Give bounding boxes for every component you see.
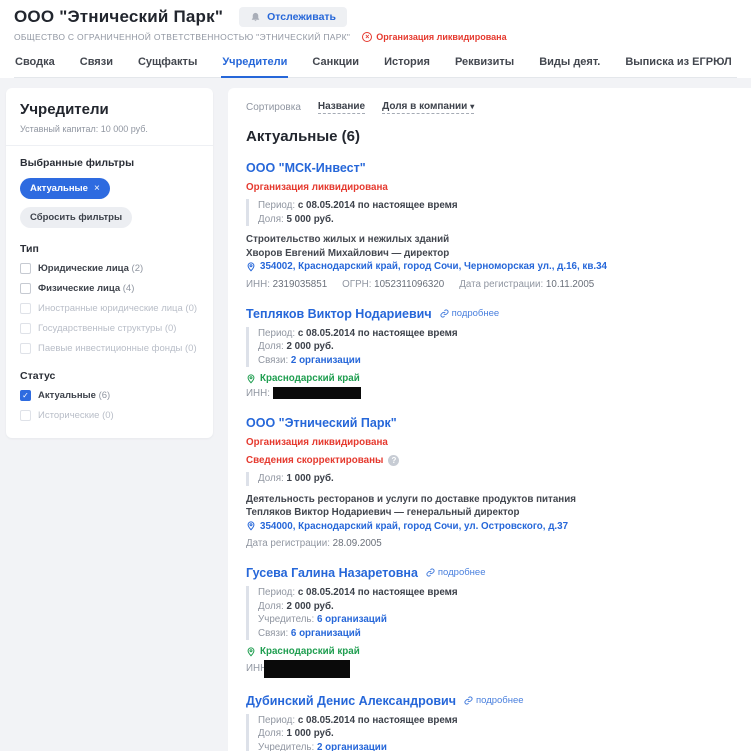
period-block: Период: с 08.05.2014 по настоящее время … (246, 199, 733, 226)
tab-vypiska-egryul[interactable]: Выписка из ЕГРЮЛ (624, 51, 732, 77)
follow-label: Отслеживать (267, 11, 336, 23)
tab-rekvizity[interactable]: Реквизиты (454, 51, 515, 77)
connections-link[interactable]: 6 организаций (291, 628, 361, 639)
filter-legal-entities[interactable]: Юридические лица (2) (20, 263, 199, 275)
page-title: ООО "Этнический Парк" (14, 7, 223, 27)
tab-bar: Сводка Связи Сущфакты Учредители Санкции… (14, 51, 737, 78)
more-details-link[interactable]: подробнее (426, 567, 486, 578)
type-group-title: Тип (20, 243, 199, 255)
checkbox-icon (20, 303, 31, 314)
period-block: Период: с 08.05.2014 по настоящее время … (246, 586, 733, 640)
sort-bar: Сортировка Название Доля в компании▾ (246, 101, 733, 114)
company-full-name: ОБЩЕСТВО С ОГРАНИЧЕННОЙ ОТВЕТСТВЕННОСТЬЮ… (14, 32, 350, 42)
tab-svyazi[interactable]: Связи (79, 51, 114, 77)
region-row: Краснодарский край (246, 372, 733, 386)
bell-icon (250, 12, 261, 23)
location-pin-icon (246, 374, 256, 384)
filter-state-structures: Государственные структуры (0) (20, 323, 199, 335)
link-icon (464, 696, 473, 705)
filter-actual[interactable]: ✓ Актуальные (6) (20, 390, 199, 402)
caret-down-icon: ▾ (470, 102, 474, 111)
founder-entry: Тепляков Виктор Нодариевич подробнее Пер… (246, 306, 733, 401)
connections-link[interactable]: 2 организации (291, 355, 361, 366)
tab-svodka[interactable]: Сводка (14, 51, 56, 77)
divider (6, 145, 213, 146)
founder-entry: Дубинский Денис Александрович подробнее … (246, 693, 733, 751)
registration-row: Дата регистрации: 28.09.2005 (246, 537, 733, 550)
address-link[interactable]: 354002, Краснодарский край, город Сочи, … (246, 260, 733, 274)
founder-name-link[interactable]: Гусева Галина Назаретовна (246, 565, 418, 581)
inn-row: ИНН: (246, 660, 733, 678)
info-icon[interactable]: ? (388, 455, 399, 466)
period-block: Доля: 1 000 руб. (246, 472, 733, 486)
founders-list-panel: Сортировка Название Доля в компании▾ Акт… (228, 88, 751, 751)
sort-by-share[interactable]: Доля в компании▾ (382, 101, 474, 114)
founder-entry: ООО "МСК-Инвест" Организация ликвидирова… (246, 160, 733, 291)
director-line: Тепляков Виктор Нодариевич — генеральный… (246, 506, 733, 520)
link-icon (440, 309, 449, 318)
activity-line: Строительство жилых и нежилых зданий (246, 233, 733, 247)
sort-by-name[interactable]: Название (318, 101, 365, 114)
checkbox-icon (20, 410, 31, 421)
active-filter-pill[interactable]: Актуальные× (20, 178, 110, 199)
director-line: Хворов Евгений Михайлович — директор (246, 247, 733, 261)
more-details-link[interactable]: подробнее (464, 695, 524, 706)
liquidated-icon: × (362, 32, 372, 42)
status-group-title: Статус (20, 370, 199, 382)
link-icon (426, 568, 435, 577)
liquidated-status: Организация ликвидирована (246, 181, 733, 194)
liquidated-status: Организация ликвидирована (246, 436, 733, 449)
selected-filters-title: Выбранные фильтры (20, 157, 199, 169)
redacted-inn-box (273, 387, 361, 399)
location-pin-icon (246, 647, 256, 657)
filters-sidebar: Учредители Уставный капитал: 10 000 руб.… (6, 88, 213, 438)
founder-entry: ООО "Этнический Парк" Организация ликвид… (246, 415, 733, 550)
sidebar-title: Учредители (20, 101, 199, 118)
capital-note: Уставный капитал: 10 000 руб. (20, 124, 199, 134)
reset-filters-button[interactable]: Сбросить фильтры (20, 207, 132, 228)
activity-line: Деятельность ресторанов и услуги по дост… (246, 493, 733, 507)
region-row: Краснодарский край (246, 645, 733, 659)
checkbox-icon (20, 343, 31, 354)
founder-of-link[interactable]: 6 организаций (317, 614, 387, 625)
tab-sankcii[interactable]: Санкции (311, 51, 360, 77)
registration-row: ИНН: 2319035851 ОГРН: 1052311096320 Дата… (246, 278, 733, 291)
founder-entry: Гусева Галина Назаретовна подробнее Пери… (246, 565, 733, 678)
period-block: Период: с 08.05.2014 по настоящее время … (246, 327, 733, 368)
app: ООО "Этнический Парк" Отслеживать ОБЩЕСТ… (0, 0, 751, 751)
filter-individuals[interactable]: Физические лица (4) (20, 283, 199, 295)
corrected-status: Сведения скорректированы ? (246, 454, 733, 467)
section-title: Актуальные (6) (246, 128, 733, 145)
checkbox-icon (20, 323, 31, 334)
filter-investment-funds: Паевые инвестиционные фонды (0) (20, 343, 199, 355)
checkbox-icon[interactable] (20, 283, 31, 294)
tab-suschfakty[interactable]: Сущфакты (137, 51, 198, 77)
close-icon[interactable]: × (94, 183, 100, 194)
liquidated-badge: × Организация ликвидирована (362, 32, 506, 42)
founder-of-link[interactable]: 2 организации (317, 742, 387, 751)
follow-button[interactable]: Отслеживать (239, 7, 347, 27)
company-header: ООО "Этнический Парк" Отслеживать ОБЩЕСТ… (0, 0, 751, 78)
inn-row: ИНН: (246, 387, 733, 401)
more-details-link[interactable]: подробнее (440, 308, 500, 319)
sort-label: Сортировка (246, 102, 301, 113)
address-link[interactable]: 354000, Краснодарский край, город Сочи, … (246, 520, 733, 534)
founder-name-link[interactable]: ООО "Этнический Парк" (246, 415, 397, 431)
founder-name-link[interactable]: Тепляков Виктор Нодариевич (246, 306, 432, 322)
tab-istoriya[interactable]: История (383, 51, 431, 77)
location-pin-icon (246, 521, 256, 531)
checkbox-checked-icon[interactable]: ✓ (20, 390, 31, 401)
location-pin-icon (246, 262, 256, 272)
filter-foreign-entities: Иностранные юридические лица (0) (20, 303, 199, 315)
founder-name-link[interactable]: ООО "МСК-Инвест" (246, 160, 366, 176)
redacted-inn-box (264, 660, 350, 678)
tab-uchrediteli[interactable]: Учредители (221, 51, 288, 78)
filter-historical: Исторические (0) (20, 410, 199, 422)
tab-vidy-deyat[interactable]: Виды деят. (538, 51, 601, 77)
founder-name-link[interactable]: Дубинский Денис Александрович (246, 693, 456, 709)
checkbox-icon[interactable] (20, 263, 31, 274)
period-block: Период: с 08.05.2014 по настоящее время … (246, 714, 733, 751)
